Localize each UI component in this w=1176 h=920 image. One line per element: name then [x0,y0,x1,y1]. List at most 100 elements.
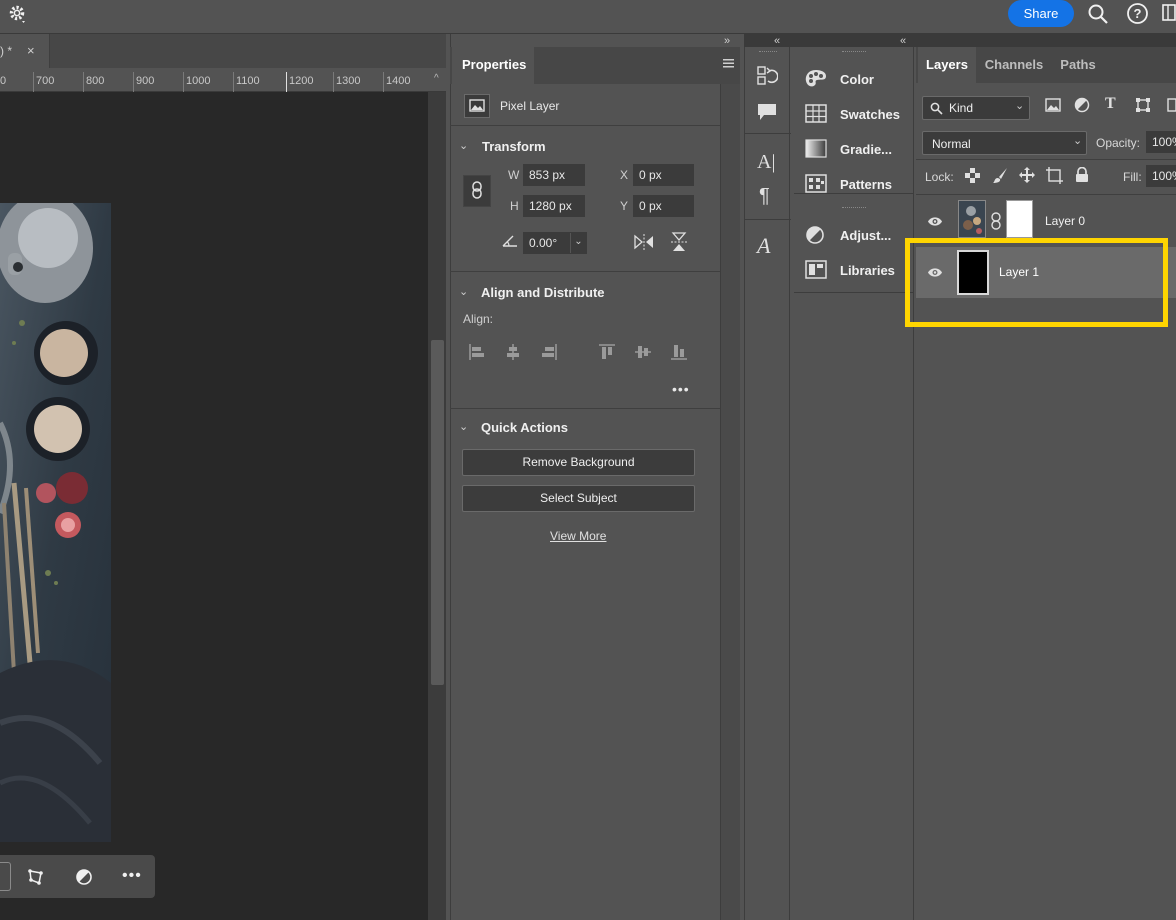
expand-panel-icon[interactable]: « [774,35,780,47]
align-bottom-icon[interactable] [670,343,688,361]
layer-thumbnail [958,200,986,238]
grip[interactable] [759,51,777,54]
opacity-field[interactable]: 100% [1146,131,1176,153]
expand-panel-icon[interactable]: « [900,35,906,47]
layer-name[interactable]: Layer 0 [1045,214,1085,228]
ruler-label: 700 [36,75,55,87]
ruler-tick [83,72,84,92]
blend-mode-select[interactable]: Normal ⌄ [922,131,1087,155]
tab-paths[interactable]: Paths [1052,47,1104,83]
flip-vertical-icon[interactable] [670,231,688,253]
chevron-down-icon[interactable]: ⌄ [459,139,468,152]
panels-icon[interactable] [1162,4,1176,22]
lock-all-icon[interactable] [1075,167,1089,183]
align-right-icon[interactable] [540,343,558,361]
y-field[interactable]: 0 px [633,195,694,217]
more-options-icon[interactable]: ••• [122,867,142,885]
link-icon[interactable] [463,175,491,207]
svg-text:?: ? [1134,6,1142,21]
comments-icon[interactable] [756,102,778,122]
filter-shape-icon[interactable] [1135,97,1151,113]
more-options-icon[interactable]: ••• [672,381,690,397]
align-center-v-icon[interactable] [634,343,652,361]
lock-artboard-icon[interactable] [1046,167,1063,184]
ruler-tick [133,72,134,92]
align-left-icon[interactable] [468,343,486,361]
close-icon[interactable]: × [27,34,35,68]
chevron-down-icon[interactable]: ⌄ [570,233,586,253]
filter-pixel-icon[interactable] [1045,98,1061,112]
filter-kind-label: Kind [949,101,974,115]
chevron-down-icon[interactable]: ⌄ [459,285,468,298]
ruler-label: 1400 [386,75,411,87]
align-top-icon[interactable] [598,343,616,361]
link-icon[interactable] [990,211,1002,231]
scrollbar-thumb[interactable] [431,340,444,685]
ruler-tick [33,72,34,92]
filter-type-icon[interactable]: T [1105,95,1116,113]
lock-brush-icon[interactable] [992,167,1009,184]
grip[interactable] [842,207,866,210]
dock-item-label: Color [840,72,874,87]
tab-layers[interactable]: Layers [918,47,976,83]
blend-mode-label: Normal [932,137,971,151]
quick-actions-title[interactable]: Quick Actions [481,420,568,435]
adjustment-icon[interactable] [75,868,93,886]
history-icon[interactable] [756,65,778,87]
tab-channels[interactable]: Channels [980,47,1048,83]
scroll-up-icon[interactable]: ^ [434,73,439,84]
panel-menu-icon[interactable] [723,59,734,68]
ruler-label: 1100 [236,75,260,87]
divider [450,408,740,409]
chevron-down-icon[interactable]: ⌄ [459,420,468,433]
share-button[interactable]: Share [1008,0,1074,27]
fill-field[interactable]: 100% [1146,165,1176,187]
document-tab[interactable]: ) * × [0,34,50,68]
collapse-panel-icon[interactable]: » [724,35,730,47]
align-center-h-icon[interactable] [504,343,522,361]
glyphs-icon[interactable]: A [757,233,770,259]
view-more-link[interactable]: View More [550,529,606,543]
lock-transparent-icon[interactable] [965,168,980,183]
layer-kind-label: Pixel Layer [500,99,560,113]
filter-smart-object-icon[interactable] [1166,97,1176,113]
transform-icon[interactable] [27,868,45,886]
dock-item-label: Gradie... [840,142,893,157]
properties-panel [450,34,740,920]
help-icon[interactable]: ? [1126,2,1149,25]
chevron-down-icon: ⌄ [1015,100,1025,112]
ctx-field[interactable] [0,862,11,891]
divider [916,194,1176,195]
eye-icon[interactable] [927,216,943,227]
x-label: X [620,168,629,182]
layer-mask-thumbnail[interactable] [1006,200,1033,238]
lock-move-icon[interactable] [1018,166,1036,184]
document-tab-label: ) * [0,44,12,58]
ruler-label: 0 [0,75,7,87]
tab-properties[interactable]: Properties [452,47,534,84]
dock-item-label: Patterns [840,177,893,192]
select-subject-button[interactable]: Select Subject [462,485,695,512]
grip[interactable] [842,51,866,54]
character-icon[interactable]: A| [757,151,775,174]
align-title[interactable]: Align and Distribute [481,285,605,300]
chevron-down-icon: ⌄ [1073,135,1083,147]
layer-filter-select[interactable]: Kind ⌄ [922,96,1030,120]
height-field[interactable]: 1280 px [523,195,585,217]
remove-background-button[interactable]: Remove Background [462,449,695,476]
filter-adjustment-icon[interactable] [1074,97,1090,113]
gear-icon[interactable] [8,4,28,24]
paragraph-icon[interactable]: ¶ [759,185,770,208]
search-icon[interactable] [1087,3,1109,25]
properties-scrollbar[interactable] [720,84,740,920]
y-label: Y [620,199,629,213]
transform-title[interactable]: Transform [482,139,546,154]
width-field[interactable]: 853 px [523,164,585,186]
x-field[interactable]: 0 px [633,164,694,186]
ruler-label: 800 [86,75,105,87]
ruler-tick [183,72,184,92]
divider [450,271,740,272]
height-label: H [510,199,519,213]
document-tabs-strip [50,34,446,68]
flip-horizontal-icon[interactable] [633,233,655,251]
